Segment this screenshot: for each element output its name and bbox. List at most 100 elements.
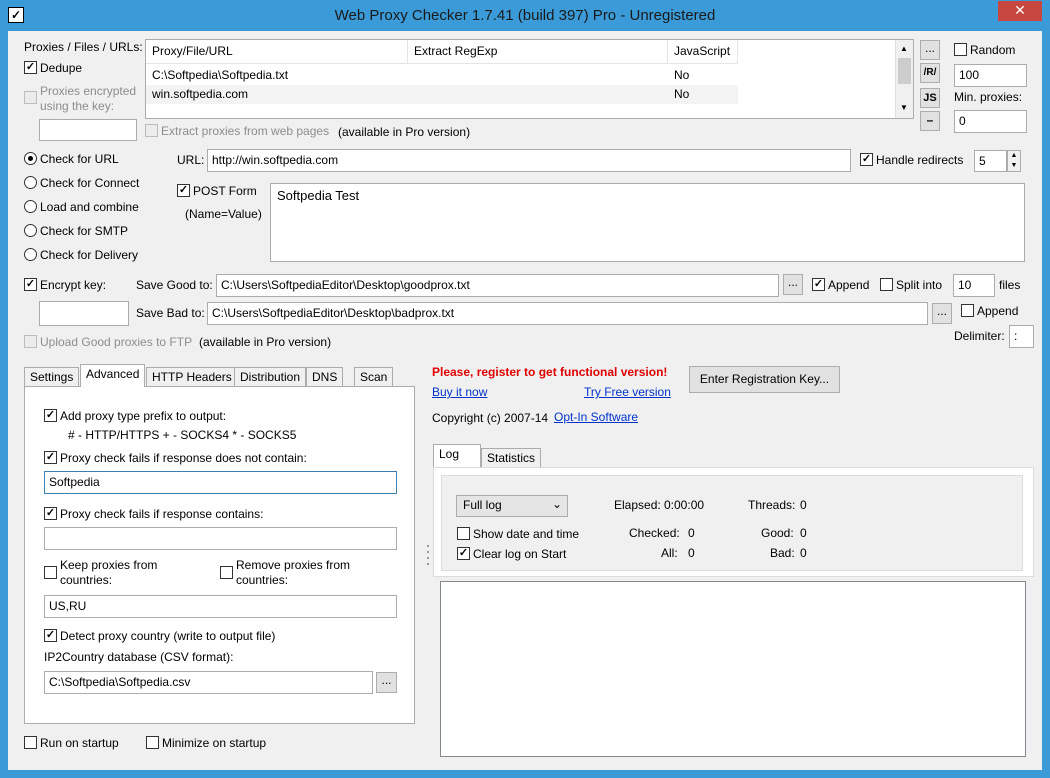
scroll-up-icon[interactable]: ▲ [900, 44, 908, 53]
run-startup-checkbox[interactable] [24, 736, 37, 749]
post-form-checkbox[interactable]: ✓ [177, 184, 190, 197]
extract-web-checkbox[interactable] [145, 124, 158, 137]
clear-log-checkbox[interactable]: ✓ [457, 547, 470, 560]
dedupe-checkbox[interactable]: ✓ [24, 61, 37, 74]
radio-check-smtp[interactable] [24, 224, 37, 237]
proxies-label: Proxies / Files / URLs: [24, 40, 143, 54]
table-cell[interactable]: C:\Softpedia\Softpedia.txt [146, 66, 408, 85]
url-label: URL: [177, 153, 205, 167]
append-bad-label: Append [977, 304, 1019, 318]
random-checkbox[interactable] [954, 43, 967, 56]
detect-country-checkbox[interactable]: ✓ [44, 629, 57, 642]
register-warning: Please, register to get functional versi… [432, 365, 668, 379]
spin-down-icon[interactable]: ▼ [1008, 161, 1020, 171]
contains-checkbox[interactable]: ✓ [44, 507, 57, 520]
delimiter-label: Delimiter: [954, 329, 1005, 343]
random-input[interactable]: 100 [954, 64, 1027, 87]
browse-button[interactable]: ... [920, 40, 940, 60]
prefix-checkbox[interactable]: ✓ [44, 409, 57, 422]
save-bad-input[interactable]: C:\Users\SoftpediaEditor\Desktop\badprox… [207, 302, 928, 325]
try-free-link[interactable]: Try Free version [584, 385, 671, 399]
post-data-textarea[interactable]: Softpedia Test [270, 183, 1025, 262]
browse-good-button[interactable]: ... [783, 274, 803, 295]
radio-check-delivery[interactable] [24, 248, 37, 261]
scroll-thumb[interactable] [898, 58, 911, 84]
radio-label: Load and combine [40, 200, 139, 214]
contains-input[interactable] [44, 527, 397, 550]
buy-now-link[interactable]: Buy it now [432, 385, 487, 399]
checked-value: 0 [688, 526, 695, 540]
column-header[interactable]: Proxy/File/URL [146, 40, 408, 64]
tab-settings[interactable]: Settings [24, 367, 80, 387]
redirects-input[interactable]: 5 [974, 150, 1007, 172]
good-value: 0 [800, 526, 807, 540]
encrypted-checkbox[interactable] [24, 91, 37, 104]
table-scrollbar[interactable]: ▲ ▼ [895, 40, 913, 118]
splitter-handle[interactable] [426, 541, 430, 581]
radio-check-url[interactable] [24, 152, 37, 165]
advanced-panel: ✓ Add proxy type prefix to output: # - H… [24, 386, 415, 724]
enter-key-button[interactable]: Enter Registration Key... [689, 366, 840, 393]
url-input[interactable]: http://win.softpedia.com [207, 149, 851, 172]
minimize-startup-checkbox[interactable] [146, 736, 159, 749]
spin-up-icon[interactable]: ▲ [1008, 151, 1020, 161]
log-mode-select[interactable]: Full log ⌄ [456, 495, 568, 517]
scroll-down-icon[interactable]: ▼ [900, 103, 908, 112]
tab-advanced[interactable]: Advanced [80, 364, 146, 387]
tab-dns[interactable]: DNS [306, 367, 344, 387]
not-contain-checkbox[interactable]: ✓ [44, 451, 57, 464]
redirects-spinner[interactable]: ▲ ▼ [1007, 150, 1021, 172]
csv-path-input[interactable]: C:\Softpedia\Softpedia.csv [44, 671, 373, 694]
not-contain-input[interactable]: Softpedia [44, 471, 397, 494]
save-good-input[interactable]: C:\Users\SoftpediaEditor\Desktop\goodpro… [216, 274, 779, 297]
keep-countries-label: Keep proxies from [60, 558, 158, 572]
prefix-hint: # - HTTP/HTTPS + - SOCKS4 * - SOCKS5 [68, 428, 297, 442]
radio-check-connect[interactable] [24, 176, 37, 189]
browse-csv-button[interactable]: ... [376, 672, 397, 693]
javascript-button[interactable]: JS [920, 88, 940, 108]
log-options-panel: Full log ⌄ Show date and time ✓ Clear lo… [433, 467, 1034, 577]
column-header[interactable]: Extract RegExp [408, 40, 668, 64]
append-bad-checkbox[interactable] [961, 304, 974, 317]
regexp-button[interactable]: /R/ [920, 63, 940, 83]
dedupe-label: Dedupe [40, 61, 83, 75]
split-count-input[interactable]: 10 [953, 274, 995, 297]
remove-button[interactable]: – [920, 111, 940, 131]
keep-countries-checkbox[interactable] [44, 566, 57, 579]
handle-redirects-checkbox[interactable]: ✓ [860, 153, 873, 166]
extract-web-label: Extract proxies from web pages [161, 124, 330, 138]
countries-input[interactable]: US,RU [44, 595, 397, 618]
log-options-inner: Full log ⌄ Show date and time ✓ Clear lo… [441, 475, 1023, 571]
encrypt-key-input[interactable] [39, 301, 129, 326]
tab-statistics[interactable]: Statistics [481, 448, 542, 468]
clear-log-label: Clear log on Start [473, 547, 567, 561]
run-startup-label: Run on startup [40, 736, 119, 750]
tab-distribution[interactable]: Distribution [234, 367, 307, 387]
close-button[interactable]: ✕ [998, 1, 1042, 21]
split-into-checkbox[interactable] [880, 278, 893, 291]
show-date-label: Show date and time [473, 527, 580, 541]
upload-ftp-checkbox[interactable] [24, 335, 37, 348]
detect-country-label: Detect proxy country (write to output fi… [60, 629, 276, 643]
delimiter-input[interactable]: : [1009, 325, 1034, 348]
tab-http-headers[interactable]: HTTP Headers [146, 367, 238, 387]
encrypt-key-checkbox[interactable]: ✓ [24, 278, 37, 291]
tab-scan[interactable]: Scan [354, 367, 394, 387]
copyright-text: Copyright (c) 2007-14 [432, 411, 549, 425]
random-label: Random [970, 43, 1016, 57]
table-cell[interactable]: No [668, 85, 738, 104]
browse-bad-button[interactable]: ... [932, 303, 952, 324]
tab-log[interactable]: Log [433, 444, 481, 467]
table-cell[interactable]: No [668, 66, 738, 85]
append-good-checkbox[interactable]: ✓ [812, 278, 825, 291]
company-link[interactable]: Opt-In Software [554, 410, 638, 424]
column-header[interactable]: JavaScript [668, 40, 738, 64]
remove-countries-checkbox[interactable] [220, 566, 233, 579]
pro-note: (available in Pro version) [338, 125, 471, 139]
min-proxies-input[interactable]: 0 [954, 110, 1027, 133]
radio-load-combine[interactable] [24, 200, 37, 213]
decrypt-key-input[interactable] [39, 119, 137, 141]
log-output-area[interactable] [440, 581, 1026, 757]
table-cell[interactable]: win.softpedia.com [146, 85, 408, 104]
show-date-checkbox[interactable] [457, 527, 470, 540]
